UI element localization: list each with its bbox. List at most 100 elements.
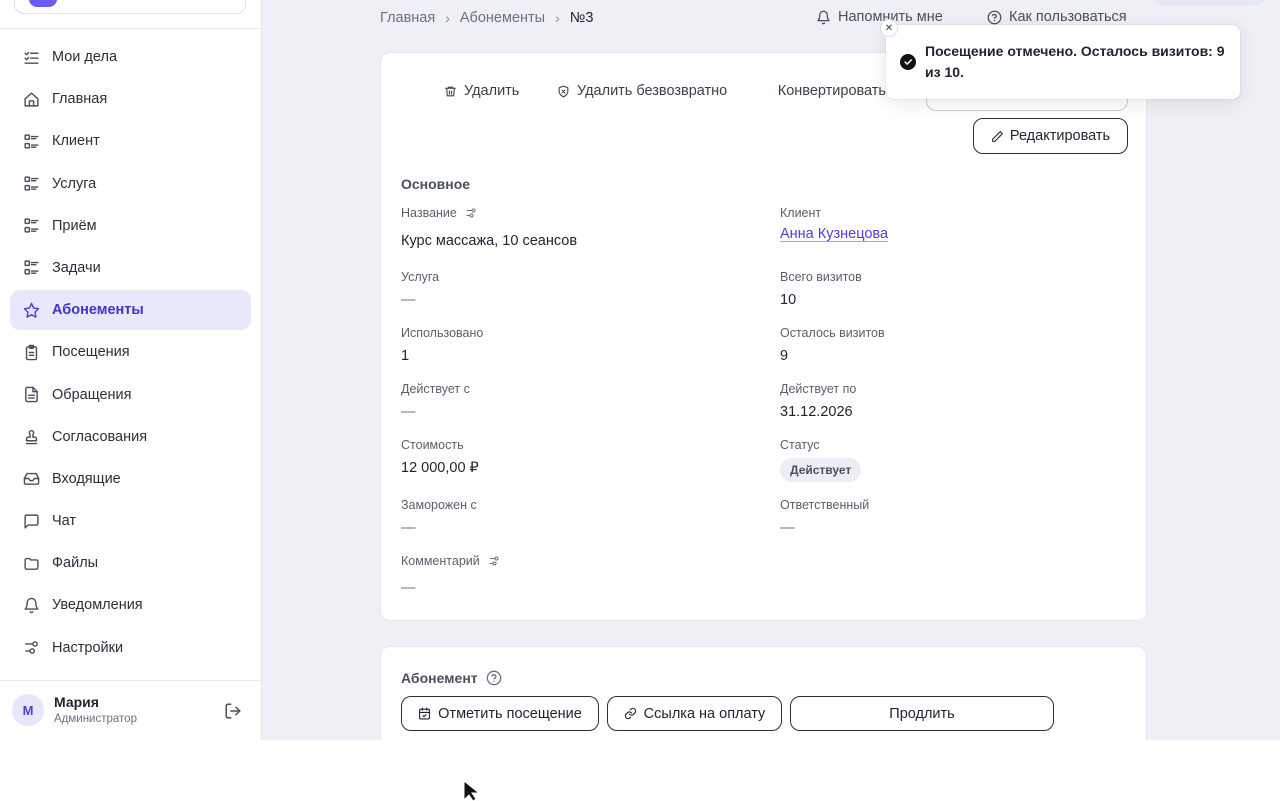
star-icon [22, 301, 40, 319]
user-role: Администратор [54, 713, 137, 725]
field-label: Статус [780, 438, 820, 452]
sidebar-nav: Мои дела Главная Клиент Услуга Приём Задачи Аб… [10, 37, 251, 670]
app-logo [29, 0, 57, 7]
check-circle-icon [900, 54, 916, 70]
workspace-switcher[interactable] [14, 0, 246, 14]
shield-x-icon [558, 85, 569, 97]
sidebar-item-0[interactable]: Мои дела [10, 37, 251, 77]
sidebar-item-label: Файлы [52, 555, 99, 572]
list-icon [22, 259, 40, 277]
field-value: 1 [401, 348, 410, 364]
convert-button[interactable]: Конвертировать [770, 83, 886, 99]
breadcrumb-current: №3 [569, 10, 594, 26]
toast-notification: ✕ Посещение отмечено. Осталось визитов: … [880, 19, 1240, 99]
field-value: — [401, 292, 416, 308]
sidebar-item-6[interactable]: Абонементы [10, 290, 251, 331]
sidebar-item-2[interactable]: Клиент [10, 121, 251, 161]
sidebar-item-14[interactable]: Настройки [10, 628, 251, 668]
sidebar-item-5[interactable]: Задачи [10, 248, 251, 288]
sidebar-item-label: Главная [52, 91, 108, 108]
mark-visit-label: Отметить посещение [438, 705, 582, 722]
arrows-swap-icon [770, 90, 771, 92]
clipboard-icon [22, 343, 40, 361]
chat-icon [22, 512, 40, 530]
remind-me-button[interactable]: Напомнить мне [816, 9, 943, 25]
field-valid-to: Действует по 31.12.2026 [780, 382, 1120, 420]
edit-button[interactable]: Редактировать [973, 118, 1128, 154]
list-icon [22, 217, 40, 235]
field-label: Всего визитов [780, 270, 862, 284]
sidebar-item-8[interactable]: Обращения [10, 375, 251, 415]
close-icon[interactable]: ✕ [880, 19, 898, 37]
field-value: — [780, 520, 795, 536]
document-icon [22, 386, 40, 404]
field-label: Действует по [780, 382, 857, 396]
user-profile[interactable]: М Мария Администратор [12, 694, 252, 728]
field-value: — [401, 404, 416, 420]
sidebar-item-11[interactable]: Чат [10, 501, 251, 541]
field-value: — [401, 580, 416, 596]
sidebar-item-13[interactable]: Уведомления [10, 585, 251, 625]
delete-label: Удалить [464, 83, 520, 99]
section-title: Основное [401, 176, 471, 192]
delete-forever-label: Удалить безвозвратно [577, 83, 728, 99]
sidebar-item-12[interactable]: Файлы [10, 543, 251, 583]
subscription-title-text: Абонемент [401, 670, 478, 686]
settings-sliders-icon[interactable] [488, 555, 500, 567]
sidebar-item-label: Настройки [52, 639, 124, 656]
client-link[interactable]: Анна Кузнецова [780, 226, 1120, 242]
sidebar-item-label: Услуга [52, 175, 97, 192]
sidebar-item-4[interactable]: Приём [10, 206, 251, 246]
field-label: Название [401, 206, 741, 220]
field-price: Стоимость 12 000,00 ₽ [401, 438, 741, 476]
settings-sliders-icon[interactable] [465, 207, 477, 219]
field-name: Название Курс массажа, 10 сеансов [401, 206, 741, 249]
sidebar-item-10[interactable]: Входящие [10, 459, 251, 499]
field-label: Действует с [401, 382, 470, 396]
help-circle-icon[interactable] [486, 670, 502, 686]
breadcrumb: Главная › Абонементы › №3 [380, 9, 593, 27]
sidebar-item-7[interactable]: Посещения [10, 332, 251, 372]
sidebar-item-label: Обращения [52, 386, 132, 403]
sidebar-item-label: Чат [52, 513, 77, 530]
sidebar-item-label: Входящие [52, 470, 121, 487]
sidebar: Мои дела Главная Клиент Услуга Приём Задачи Аб… [0, 0, 262, 740]
inbox-icon [22, 470, 40, 488]
extend-button[interactable]: Продлить [790, 696, 1054, 731]
sidebar-item-1[interactable]: Главная [10, 79, 251, 119]
list-icon [22, 175, 40, 193]
details-card: Удалить Удалить безвозвратно Конвертиров… [380, 52, 1147, 621]
help-circle-icon [987, 10, 1002, 24]
field-label: Заморожен с [401, 498, 477, 512]
chevron-right-icon: › [555, 10, 560, 26]
payment-link-label: Ссылка на оплату [643, 705, 766, 722]
sidebar-item-3[interactable]: Услуга [10, 164, 251, 204]
delete-forever-button[interactable]: Удалить безвозвратно [557, 83, 727, 99]
breadcrumb-subscriptions[interactable]: Абонементы [460, 10, 545, 26]
subscription-title: Абонемент [401, 670, 502, 686]
field-label: Услуга [401, 270, 440, 284]
extend-label: Продлить [889, 705, 955, 722]
mark-visit-button[interactable]: Отметить посещение [401, 696, 599, 731]
field-client: Клиент Анна Кузнецова [780, 206, 1120, 242]
list-icon [22, 132, 40, 150]
payment-link-button[interactable]: Ссылка на оплату [607, 696, 782, 731]
sliders-icon [22, 639, 40, 657]
stamp-icon [22, 428, 40, 446]
how-to-use-label: Как пользоваться [1009, 9, 1127, 25]
field-valid-from: Действует с — [401, 382, 741, 420]
subscription-card: Абонемент Отметить посещение Ссылка на о… [380, 646, 1147, 740]
folder-icon [22, 554, 40, 572]
breadcrumb-home[interactable]: Главная [380, 10, 435, 26]
field-frozen-from: Заморожен с — [401, 498, 741, 536]
mouse-cursor-icon [464, 781, 481, 801]
sidebar-item-label: Приём [52, 217, 97, 234]
toast-message: Посещение отмечено. Осталось визитов: 9 … [925, 43, 1225, 80]
logout-icon[interactable] [224, 702, 242, 720]
sidebar-item-9[interactable]: Согласования [10, 417, 251, 457]
how-to-use-button[interactable]: Как пользоваться [987, 9, 1127, 25]
delete-button[interactable]: Удалить [444, 83, 519, 99]
sidebar-divider [0, 680, 261, 681]
checklist-icon [22, 48, 40, 66]
field-label: Стоимость [401, 438, 464, 452]
